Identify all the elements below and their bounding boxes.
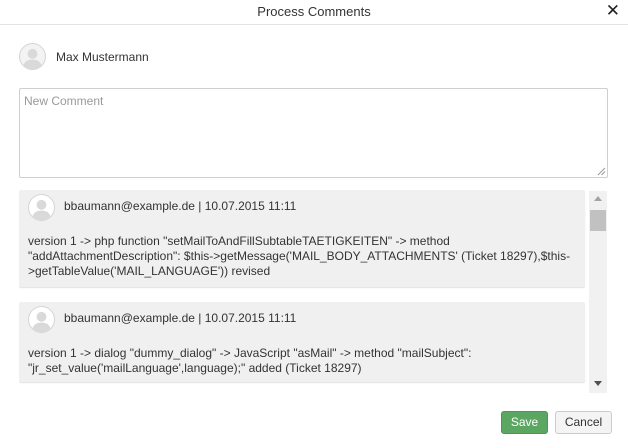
comment-meta: bbaumann@example.de | 10.07.2015 11:11 xyxy=(64,199,297,213)
save-button[interactable]: Save xyxy=(501,411,548,434)
comment-text: version 1 -> php function "setMailToAndF… xyxy=(28,234,571,278)
scroll-thumb[interactable] xyxy=(590,210,606,231)
user-silhouette-icon xyxy=(31,199,52,220)
comment-card: bbaumann@example.de | 10.07.2015 11:11 v… xyxy=(19,302,585,382)
dialog-titlebar: Process Comments ✕ xyxy=(0,0,628,25)
user-silhouette-icon xyxy=(22,48,43,69)
comment-meta: bbaumann@example.de | 10.07.2015 11:11 xyxy=(64,311,297,325)
comment-list: bbaumann@example.de | 10.07.2015 11:11 v… xyxy=(19,190,608,394)
comment-card: bbaumann@example.de | 10.07.2015 11:11 v… xyxy=(19,190,585,287)
dialog-title: Process Comments xyxy=(257,4,371,19)
scroll-down-arrow-icon[interactable] xyxy=(589,377,607,393)
comment-list-scrollbar[interactable] xyxy=(589,191,607,393)
close-icon[interactable]: ✕ xyxy=(606,2,620,20)
user-silhouette-icon xyxy=(31,311,52,332)
cancel-button[interactable]: Cancel xyxy=(555,411,612,434)
new-comment-input[interactable] xyxy=(19,88,608,178)
avatar xyxy=(19,43,46,70)
avatar xyxy=(28,194,55,221)
current-user-name: Max Mustermann xyxy=(56,50,149,64)
avatar xyxy=(28,306,55,333)
scroll-up-arrow-icon[interactable] xyxy=(589,193,607,209)
comment-text: version 1 -> dialog "dummy_dialog" -> Ja… xyxy=(28,346,472,375)
